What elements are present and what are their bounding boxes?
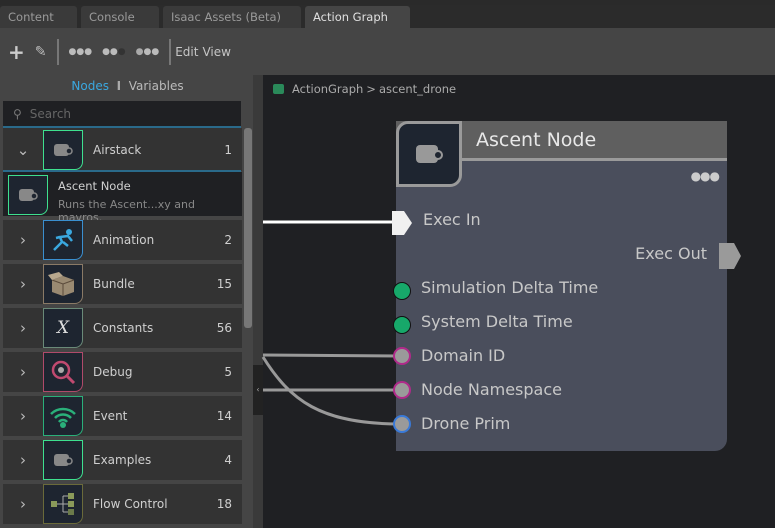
drone-prim-port[interactable] xyxy=(393,415,411,433)
port-label: Drone Prim xyxy=(421,414,511,433)
exec-out-label: Exec Out xyxy=(635,244,707,263)
exec-in-label: Exec In xyxy=(423,210,481,229)
node-title: Ascent Node xyxy=(476,129,597,151)
port-label: Domain ID xyxy=(421,346,506,365)
ascent-node[interactable]: Ascent Node ●●● Exec In Exec Out Simulat… xyxy=(392,121,741,451)
domain-id-wire[interactable] xyxy=(262,353,401,358)
sys-delta-time-port[interactable] xyxy=(393,316,411,334)
port-label: System Delta Time xyxy=(421,312,573,331)
node-menu-icon[interactable]: ●●● xyxy=(691,169,720,183)
domain-id-port[interactable] xyxy=(393,347,411,365)
node-icon xyxy=(396,121,462,187)
port-label: Simulation Delta Time xyxy=(421,278,599,297)
exec-out-port[interactable] xyxy=(719,242,743,270)
node-namespace-port[interactable] xyxy=(393,381,411,399)
exec-in-port[interactable] xyxy=(390,210,414,236)
port-label: Node Namespace xyxy=(421,380,562,399)
sim-delta-time-port[interactable] xyxy=(393,282,411,300)
